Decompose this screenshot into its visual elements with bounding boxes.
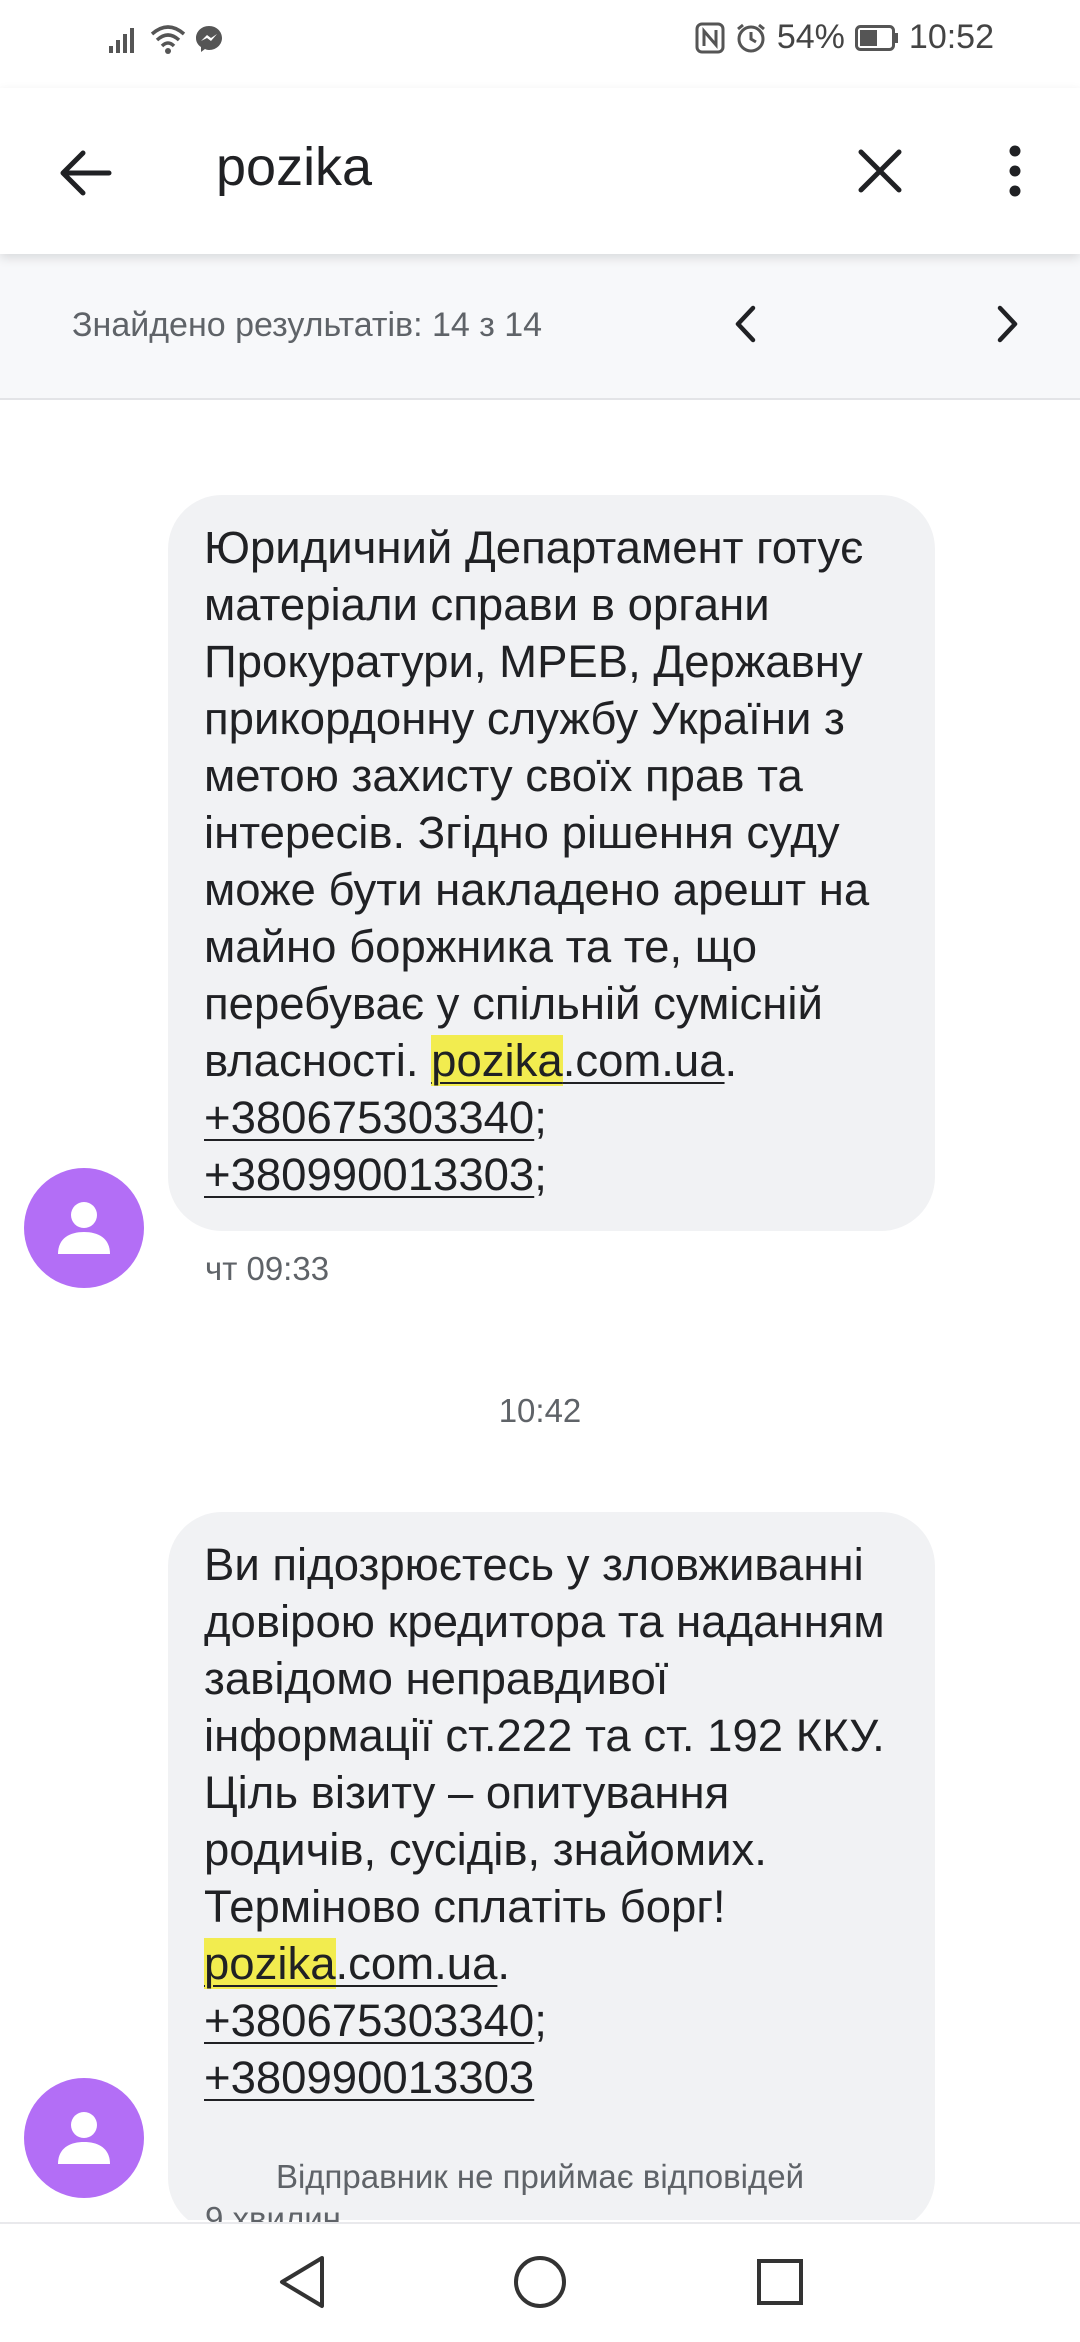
nav-home-button[interactable] [500,2242,580,2322]
navigation-bar [0,2222,1080,2342]
message-text: Ви підозрюєтесь у зловживанні довірою кр… [204,1539,885,1932]
no-reply-notice: Відправник не приймає відповідей [275,2158,805,2195]
message-timestamp: чт 09:33 [205,1250,330,1287]
link-domain: .com.ua [562,1035,725,1086]
alarm-icon [736,23,765,52]
more-options-button[interactable] [975,126,1055,216]
phone-link[interactable]: +380990013303 [204,1149,534,1200]
message-bubble[interactable]: Ви підозрюєтесь у зловживанні довірою кр… [168,1512,935,2220]
link-trailing: . [724,1035,738,1086]
next-result-button[interactable] [968,284,1048,364]
message-bubble[interactable]: Юридичний Департамент готує матеріали сп… [168,495,935,1231]
link-trailing: . [497,1938,511,1989]
previous-result-button[interactable] [705,284,785,364]
phone-link[interactable]: +380990013303 [204,2052,534,2103]
chevron-left-icon [735,305,756,343]
person-icon [58,1202,110,1254]
phone-link[interactable]: +380675303340 [204,1092,534,1143]
search-query[interactable]: pozika [216,136,372,198]
time-divider: 10:42 [498,1392,582,1429]
phone-suffix: ; [534,1149,547,1200]
nav-back-button[interactable] [262,2242,342,2322]
battery-percent: 54% [776,18,845,56]
phone-link[interactable]: +380675303340 [204,1995,534,2046]
chevron-right-icon [997,305,1018,343]
search-highlight: pozika [431,1035,563,1086]
nfc-icon [695,22,725,53]
search-results-bar: Знайдено результатів: 14 з 14 [0,254,1080,400]
square-recents-icon [757,2259,803,2305]
clock: 10:52 [908,18,994,56]
wifi-icon [150,25,186,54]
battery-icon [854,24,898,51]
messenger-icon [196,26,222,52]
status-left [108,24,224,54]
close-icon [858,149,902,193]
phone-suffix: ; [534,1092,547,1143]
back-button[interactable] [40,128,130,218]
clear-search-button[interactable] [835,126,925,216]
circle-home-icon [514,2256,566,2308]
nav-recents-button[interactable] [740,2242,820,2322]
message-text: Юридичний Департамент готує матеріали сп… [204,522,870,1086]
message-link[interactable]: pozika.com.ua [204,1938,497,1989]
status-bar: 54% 10:52 [0,0,1080,88]
link-domain: .com.ua [335,1938,498,1989]
signal-icon [109,28,134,53]
phone-suffix: ; [534,1995,547,2046]
avatar[interactable] [24,1168,144,1288]
search-app-bar: pozika [0,88,1080,254]
message-link[interactable]: pozika.com.ua [431,1035,725,1086]
search-highlight: pozika [204,1938,336,1989]
conversation[interactable]: Юридичний Департамент готує матеріали сп… [0,400,1080,2220]
arrow-back-icon [60,150,112,196]
results-count: Знайдено результатів: 14 з 14 [72,306,543,344]
status-right: 54% 10:52 [695,18,994,57]
more-vert-icon [1009,145,1021,197]
triangle-back-icon [280,2256,324,2308]
